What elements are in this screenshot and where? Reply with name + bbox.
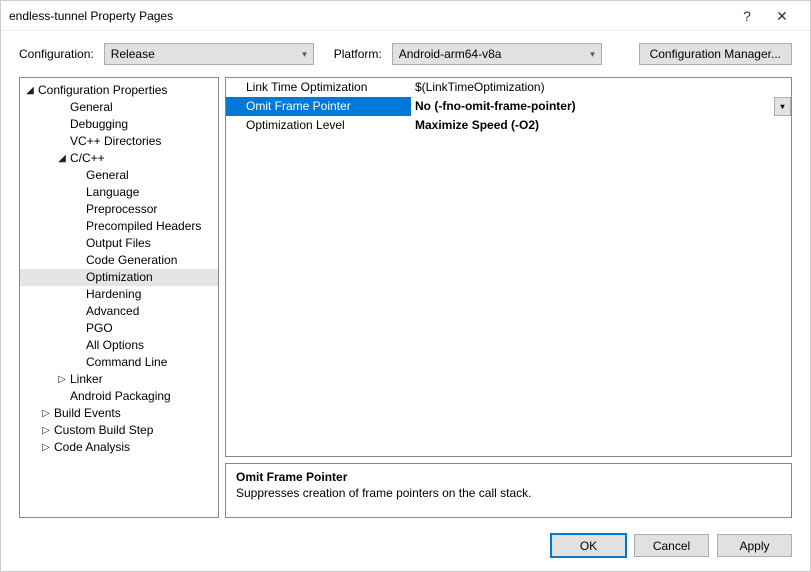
close-icon[interactable]: ✕ <box>762 1 802 31</box>
expander-icon[interactable]: ▷ <box>40 405 52 422</box>
property-value[interactable]: No (-fno-omit-frame-pointer)▾ <box>411 97 791 116</box>
tree-item[interactable]: Hardening <box>20 286 218 303</box>
platform-value: Android-arm64-v8a <box>399 47 502 61</box>
tree-item-label: Build Events <box>52 405 121 422</box>
chevron-down-icon: ▾ <box>590 49 595 60</box>
tree-item-label: General <box>68 99 113 116</box>
help-icon[interactable]: ? <box>732 8 762 24</box>
ok-button[interactable]: OK <box>551 534 626 557</box>
tree-item-label: General <box>84 167 129 184</box>
tree-item[interactable]: Android Packaging <box>20 388 218 405</box>
tree-item[interactable]: Precompiled Headers <box>20 218 218 235</box>
tree-item[interactable]: All Options <box>20 337 218 354</box>
tree-item-label: Preprocessor <box>84 201 157 218</box>
tree-item[interactable]: PGO <box>20 320 218 337</box>
tree-item-label: C/C++ <box>68 150 105 167</box>
configuration-value: Release <box>111 47 155 61</box>
right-pane: Link Time Optimization$(LinkTimeOptimiza… <box>225 77 792 518</box>
tree-pane[interactable]: ◢ Configuration Properties GeneralDebugg… <box>19 77 219 518</box>
tree-item-label: Debugging <box>68 116 128 133</box>
tree-item[interactable]: ▷Custom Build Step <box>20 422 218 439</box>
dropdown-button[interactable]: ▾ <box>774 97 791 116</box>
expander-icon[interactable]: ◢ <box>24 82 36 99</box>
configuration-manager-button[interactable]: Configuration Manager... <box>639 43 792 65</box>
tree-item-label: Precompiled Headers <box>84 218 201 235</box>
tree-item-label: Optimization <box>84 269 153 286</box>
tree-item-label: Language <box>84 184 139 201</box>
titlebar: endless-tunnel Property Pages ? ✕ <box>1 1 810 31</box>
expander-icon[interactable]: ▷ <box>40 422 52 439</box>
tree-item[interactable]: Output Files <box>20 235 218 252</box>
platform-label: Platform: <box>334 47 382 61</box>
tree-item-label: Output Files <box>84 235 151 252</box>
tree-item[interactable]: Optimization <box>20 269 218 286</box>
window-title: endless-tunnel Property Pages <box>9 9 732 23</box>
tree-item-label: Linker <box>68 371 103 388</box>
property-name: Link Time Optimization <box>226 78 411 97</box>
config-toolbar: Configuration: Release ▾ Platform: Andro… <box>1 31 810 77</box>
tree-item[interactable]: General <box>20 99 218 116</box>
property-pages-dialog: endless-tunnel Property Pages ? ✕ Config… <box>0 0 811 572</box>
tree-item[interactable]: Debugging <box>20 116 218 133</box>
description-body: Suppresses creation of frame pointers on… <box>236 486 781 500</box>
tree-item[interactable]: Code Generation <box>20 252 218 269</box>
expander-icon[interactable]: ▷ <box>40 439 52 456</box>
tree-item[interactable]: VC++ Directories <box>20 133 218 150</box>
chevron-down-icon: ▾ <box>302 49 307 60</box>
property-row[interactable]: Omit Frame PointerNo (-fno-omit-frame-po… <box>226 97 791 116</box>
tree-item[interactable]: ▷Code Analysis <box>20 439 218 456</box>
apply-button[interactable]: Apply <box>717 534 792 557</box>
property-value[interactable]: Maximize Speed (-O2) <box>411 116 791 135</box>
expander-icon[interactable]: ▷ <box>56 371 68 388</box>
cancel-button[interactable]: Cancel <box>634 534 709 557</box>
description-title: Omit Frame Pointer <box>236 470 781 484</box>
tree-item-label: Code Generation <box>84 252 177 269</box>
tree-item-label: Hardening <box>84 286 141 303</box>
tree-item[interactable]: ▷Linker <box>20 371 218 388</box>
dialog-body: ◢ Configuration Properties GeneralDebugg… <box>1 77 810 524</box>
tree-item[interactable]: General <box>20 167 218 184</box>
tree-item[interactable]: ◢C/C++ <box>20 150 218 167</box>
tree-item-label: All Options <box>84 337 144 354</box>
tree-item[interactable]: Preprocessor <box>20 201 218 218</box>
tree-item-label: Custom Build Step <box>52 422 153 439</box>
property-row[interactable]: Optimization LevelMaximize Speed (-O2) <box>226 116 791 135</box>
tree-item[interactable]: Language <box>20 184 218 201</box>
tree-item-label: Android Packaging <box>68 388 171 405</box>
platform-combo[interactable]: Android-arm64-v8a ▾ <box>392 43 602 65</box>
tree-item-label: Command Line <box>84 354 167 371</box>
tree-item[interactable]: Command Line <box>20 354 218 371</box>
expander-icon[interactable]: ◢ <box>56 150 68 167</box>
configuration-combo[interactable]: Release ▾ <box>104 43 314 65</box>
tree-item-label: VC++ Directories <box>68 133 161 150</box>
property-value[interactable]: $(LinkTimeOptimization) <box>411 78 791 97</box>
configuration-label: Configuration: <box>19 47 94 61</box>
tree-item-label: Advanced <box>84 303 139 320</box>
dialog-button-row: OK Cancel Apply <box>1 524 810 571</box>
description-pane: Omit Frame Pointer Suppresses creation o… <box>225 463 792 518</box>
property-row[interactable]: Link Time Optimization$(LinkTimeOptimiza… <box>226 78 791 97</box>
tree-item[interactable]: Advanced <box>20 303 218 320</box>
property-name: Omit Frame Pointer <box>226 97 411 116</box>
property-name: Optimization Level <box>226 116 411 135</box>
property-grid[interactable]: Link Time Optimization$(LinkTimeOptimiza… <box>225 77 792 457</box>
tree-item-label: Code Analysis <box>52 439 130 456</box>
tree-item[interactable]: ▷Build Events <box>20 405 218 422</box>
tree-item-label: PGO <box>84 320 113 337</box>
tree-root-label: Configuration Properties <box>36 82 167 99</box>
tree-root[interactable]: ◢ Configuration Properties <box>20 82 218 99</box>
